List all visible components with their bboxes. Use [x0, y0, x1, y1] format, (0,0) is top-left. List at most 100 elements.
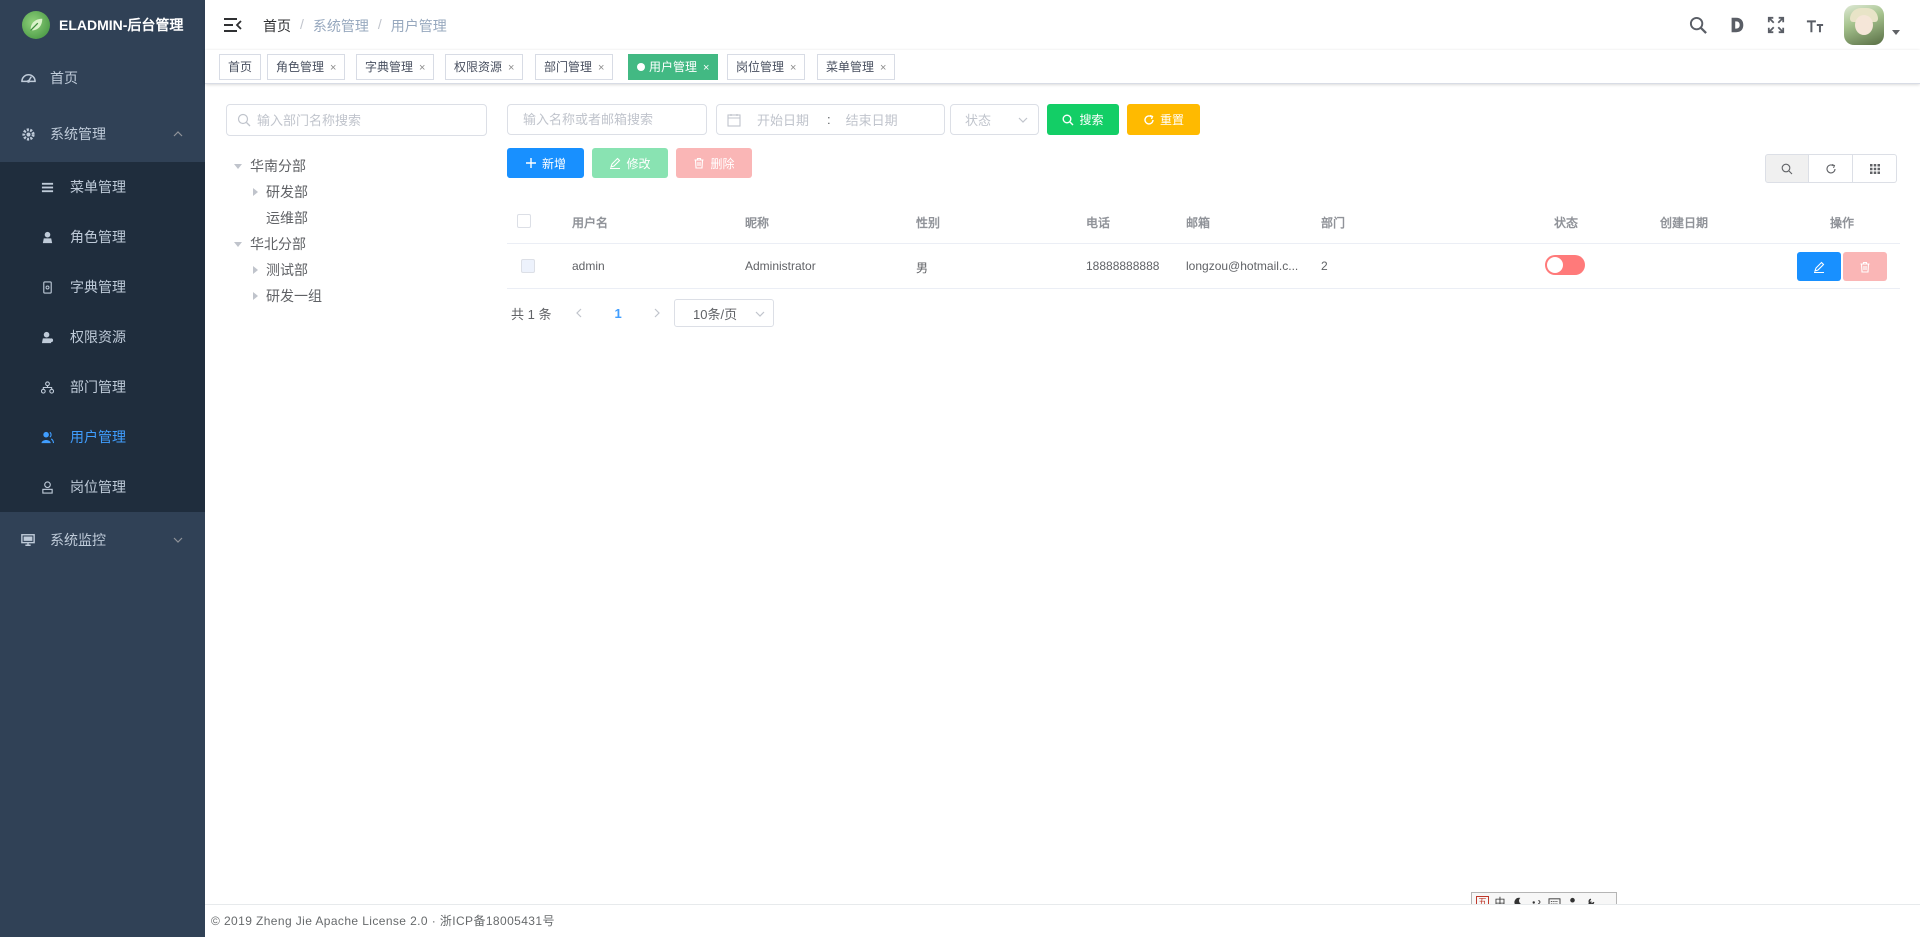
chevron-right-icon[interactable] — [652, 308, 662, 318]
breadcrumb-separator: / — [377, 16, 382, 32]
cell-phone: 18888888888 — [1086, 259, 1160, 273]
dept-search-input[interactable] — [226, 104, 487, 136]
sidebar-item-home[interactable]: 首页 — [0, 50, 205, 106]
sidebar-item-permission[interactable]: 权限资源 — [0, 312, 205, 362]
role-icon — [40, 230, 54, 244]
dictionary-icon — [40, 280, 54, 294]
table-header: 用户名 昵称 性别 电话 邮箱 部门 状态 创建日期 操作 — [507, 200, 1900, 244]
menu-icon — [40, 180, 54, 194]
tree-node-ops[interactable]: 运维部 — [266, 205, 308, 231]
tag-department[interactable]: 部门管理 × — [535, 54, 614, 80]
trash-icon — [694, 157, 704, 169]
status-select[interactable]: 状态 — [950, 104, 1039, 135]
sidebar-item-label: 菜单管理 — [70, 179, 126, 195]
column-header: 创建日期 — [1660, 216, 1709, 230]
chevron-left-icon[interactable] — [574, 308, 584, 318]
close-icon[interactable]: × — [703, 62, 709, 74]
tree-node-test[interactable]: 测试部 — [253, 257, 308, 283]
status-switch[interactable] — [1545, 255, 1585, 275]
tag-user[interactable]: 用户管理 × — [628, 54, 719, 80]
avatar[interactable] — [1844, 5, 1884, 45]
search-button[interactable]: 搜索 — [1047, 104, 1119, 135]
close-icon[interactable]: × — [598, 62, 604, 74]
toggle-search-button[interactable] — [1765, 154, 1809, 183]
gear-icon — [20, 126, 36, 142]
docs-icon[interactable] — [1726, 14, 1748, 36]
refresh-button[interactable] — [1809, 154, 1853, 183]
page-number[interactable]: 1 — [614, 306, 621, 321]
sidebar-item-menu[interactable]: 菜单管理 — [0, 162, 205, 212]
column-header: 邮箱 — [1186, 216, 1211, 230]
sidebar-item-label: 角色管理 — [70, 229, 126, 245]
column-header: 性别 — [916, 216, 941, 230]
search-icon[interactable] — [1687, 14, 1709, 36]
end-date-input[interactable]: 结束日期 — [846, 110, 898, 129]
caret-down-icon[interactable] — [1892, 28, 1900, 36]
close-icon[interactable]: × — [790, 62, 796, 74]
add-button[interactable]: 新增 — [507, 148, 584, 178]
sidebar-item-label: 字典管理 — [70, 279, 126, 295]
edit-icon — [1814, 261, 1825, 273]
sidebar-item-label: 权限资源 — [70, 329, 126, 345]
trash-icon — [1860, 261, 1870, 273]
logo[interactable]: ELADMIN-后台管理 — [0, 0, 205, 50]
caret-down-icon[interactable] — [234, 241, 242, 247]
tree-node-south[interactable]: 华南分部 — [234, 153, 306, 179]
grid-icon — [1869, 163, 1880, 174]
tag-post[interactable]: 岗位管理 × — [727, 54, 806, 80]
tag-permission[interactable]: 权限资源 × — [445, 54, 524, 80]
column-header: 部门 — [1321, 216, 1346, 230]
font-size-icon[interactable] — [1804, 14, 1826, 36]
tree-node-rd-group1[interactable]: 研发一组 — [253, 283, 322, 309]
breadcrumb-item-home[interactable]: 首页 — [263, 16, 291, 36]
tag-role[interactable]: 角色管理 × — [267, 54, 346, 80]
start-date-input[interactable]: 开始日期 — [757, 110, 809, 129]
sidebar-item-monitor[interactable]: 系统监控 — [0, 512, 205, 568]
cell-nickname: Administrator — [745, 259, 816, 273]
sidebar-item-user[interactable]: 用户管理 — [0, 412, 205, 462]
sidebar-item-label: 用户管理 — [70, 429, 126, 445]
pagination-total: 共 1 条 — [511, 306, 552, 322]
close-icon[interactable]: × — [330, 62, 336, 74]
breadcrumb-separator: / — [300, 16, 304, 32]
sidebar-item-role[interactable]: 角色管理 — [0, 212, 205, 262]
caret-right-icon[interactable] — [253, 292, 258, 300]
row-checkbox[interactable] — [521, 259, 535, 273]
close-icon[interactable]: × — [419, 62, 425, 74]
sidebar: ELADMIN-后台管理 首页 系统管理 菜单管理 角色管理 字典管理 权限资源 — [0, 0, 205, 937]
date-range-picker[interactable]: 开始日期 : 结束日期 — [716, 104, 945, 135]
chevron-down-icon — [173, 537, 183, 543]
sidebar-item-post[interactable]: 岗位管理 — [0, 462, 205, 512]
chevron-up-icon — [173, 131, 183, 137]
select-all-checkbox[interactable] — [517, 214, 531, 228]
column-header: 操作 — [1830, 216, 1855, 230]
sidebar-item-dictionary[interactable]: 字典管理 — [0, 262, 205, 312]
navbar: 首页 / 系统管理 / 用户管理 — [205, 0, 1920, 50]
reset-button[interactable]: 重置 — [1127, 104, 1200, 135]
sidebar-item-label: 系统监控 — [50, 532, 106, 548]
keyword-search-input[interactable] — [507, 104, 707, 135]
table-row[interactable]: admin Administrator 男 18888888888 longzo… — [507, 244, 1900, 289]
caret-right-icon[interactable] — [253, 266, 258, 274]
columns-button[interactable] — [1853, 154, 1897, 183]
tag-menu[interactable]: 菜单管理 × — [817, 54, 896, 80]
date-separator: : — [827, 112, 831, 127]
row-edit-button[interactable] — [1797, 252, 1841, 281]
page-size-select[interactable]: 10条/页 — [674, 299, 774, 327]
hamburger-icon[interactable] — [223, 15, 243, 35]
edit-icon — [610, 157, 621, 169]
delete-button[interactable]: 删除 — [676, 148, 752, 178]
sidebar-item-system[interactable]: 系统管理 — [0, 106, 205, 162]
fullscreen-icon[interactable] — [1765, 14, 1787, 36]
tag-home[interactable]: 首页 — [219, 54, 262, 80]
edit-button[interactable]: 修改 — [592, 148, 668, 178]
sidebar-item-department[interactable]: 部门管理 — [0, 362, 205, 412]
tree-node-rd[interactable]: 研发部 — [253, 179, 308, 205]
caret-right-icon[interactable] — [253, 188, 258, 196]
row-delete-button[interactable] — [1843, 252, 1887, 281]
close-icon[interactable]: × — [508, 62, 514, 74]
tree-node-north[interactable]: 华北分部 — [234, 231, 306, 257]
close-icon[interactable]: × — [880, 62, 886, 74]
caret-down-icon[interactable] — [234, 163, 242, 169]
tag-dictionary[interactable]: 字典管理 × — [356, 54, 435, 80]
